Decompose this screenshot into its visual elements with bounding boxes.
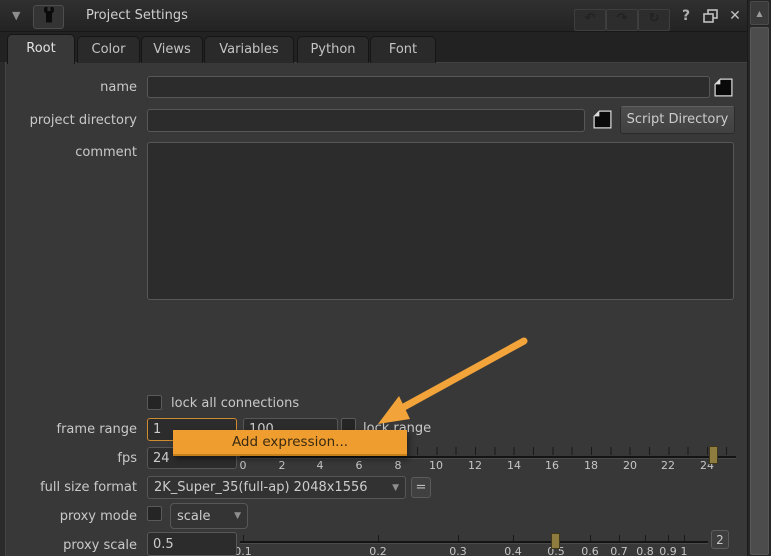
proxy-scale-slider[interactable]: 0.1 0.2 0.3 0.4 0.5 0.6 0.7 0.8 0.9 1 — [240, 532, 710, 556]
undo-icon: ↶ — [585, 11, 596, 26]
window-title: Project Settings — [86, 0, 188, 32]
comment-label: comment — [0, 145, 137, 160]
redo-button[interactable]: ↷ — [606, 9, 638, 31]
name-label: name — [0, 80, 137, 95]
proxy-scale-slider-handle[interactable] — [551, 533, 560, 549]
proxy-scale-input[interactable] — [147, 532, 237, 556]
project-directory-file-icon[interactable] — [592, 109, 613, 134]
proxy-tick — [645, 535, 646, 541]
vertical-scrollbar[interactable]: ▲ — [747, 0, 771, 556]
wrench-icon — [41, 6, 57, 28]
fps-tick-label: 8 — [395, 459, 402, 472]
script-directory-button[interactable]: Script Directory — [620, 106, 735, 134]
fps-tick-label: 22 — [661, 459, 675, 472]
proxy-mode-checkbox[interactable] — [147, 506, 162, 521]
full-size-format-dropdown[interactable]: 2K_Super_35(full-ap) 2048x1556 ▼ — [147, 476, 406, 499]
format-equals-button[interactable]: = — [411, 477, 431, 498]
frame-range-label: frame range — [0, 422, 137, 437]
properties-wrench-button[interactable] — [33, 5, 64, 29]
fps-tick-label: 2 — [279, 459, 286, 472]
proxy-tick — [619, 535, 620, 541]
add-expression-menu-item[interactable]: Add expression... — [173, 430, 407, 456]
proxy-tick — [243, 535, 244, 541]
tab-root[interactable]: Root — [7, 34, 75, 64]
collapse-triangle-icon[interactable]: ▼ — [12, 10, 20, 22]
proxy-mode-label: proxy mode — [0, 509, 137, 524]
project-settings-window: ▼ Project Settings ↶ ↷ ↻ ? ✕ — [0, 0, 771, 556]
scrollbar-up-button[interactable]: ▲ — [750, 1, 769, 25]
proxy-scale-label: proxy scale — [0, 538, 137, 553]
proxy-scale-max-value: 2 — [711, 530, 729, 549]
proxy-tick-label: 0.2 — [369, 545, 387, 556]
fps-tick-label: 14 — [507, 459, 521, 472]
proxy-tick-label: 0.7 — [610, 545, 628, 556]
help-button[interactable]: ? — [677, 7, 695, 25]
proxy-scale-slider-track[interactable] — [240, 541, 708, 544]
proxy-tick — [684, 535, 685, 541]
proxy-tick-label: 0.8 — [636, 545, 654, 556]
fps-tick-label: 0 — [240, 459, 247, 472]
lock-all-connections-checkbox[interactable] — [147, 395, 162, 410]
fps-tick-label: 20 — [623, 459, 637, 472]
proxy-tick — [513, 535, 514, 541]
fps-tick-label: 18 — [584, 459, 598, 472]
fps-tick-label: 16 — [545, 459, 559, 472]
project-directory-input[interactable] — [147, 109, 585, 132]
redo-icon: ↷ — [617, 11, 628, 26]
close-icon: ✕ — [729, 8, 741, 24]
history-button-group: ↶ ↷ ↻ — [574, 9, 670, 31]
fps-tick-label: 6 — [356, 459, 363, 472]
full-size-format-label: full size format — [0, 480, 137, 495]
float-window-button[interactable] — [703, 8, 721, 24]
proxy-mode-value: scale — [177, 509, 211, 524]
fps-tick-label: 12 — [468, 459, 482, 472]
fps-slider-handle[interactable] — [709, 446, 718, 464]
scrollbar-thumb[interactable] — [750, 27, 769, 555]
tab-color[interactable]: Color — [77, 36, 140, 63]
proxy-tick-label: 0.4 — [504, 545, 522, 556]
proxy-tick — [590, 535, 591, 541]
proxy-tick — [458, 535, 459, 541]
proxy-tick-label: 0.3 — [449, 545, 467, 556]
tab-variables[interactable]: Variables — [204, 36, 294, 63]
tab-python[interactable]: Python — [297, 36, 369, 63]
chevron-down-icon: ▼ — [234, 511, 241, 521]
proxy-tick — [668, 535, 669, 541]
float-icon — [703, 9, 719, 28]
help-icon: ? — [682, 8, 690, 24]
chevron-down-icon: ▼ — [392, 483, 399, 493]
comment-textarea[interactable] — [147, 142, 734, 300]
titlebar: ▼ Project Settings ↶ ↷ ↻ ? ✕ — [0, 0, 747, 32]
name-input[interactable] — [147, 76, 710, 98]
proxy-tick-label: 1 — [681, 545, 688, 556]
proxy-tick-label: 0.9 — [659, 545, 677, 556]
proxy-mode-dropdown[interactable]: scale ▼ — [170, 503, 248, 529]
full-size-format-value: 2K_Super_35(full-ap) 2048x1556 — [154, 480, 368, 495]
tab-views[interactable]: Views — [141, 36, 203, 63]
fps-tick-label: 10 — [429, 459, 443, 472]
tab-font[interactable]: Font — [370, 36, 436, 63]
fps-label: fps — [0, 451, 137, 466]
revert-icon: ↻ — [649, 11, 660, 26]
undo-button[interactable]: ↶ — [574, 9, 606, 31]
name-file-icon[interactable] — [713, 77, 734, 102]
proxy-tick-label: 0.6 — [581, 545, 599, 556]
lock-all-connections-label: lock all connections — [171, 396, 299, 411]
revert-button[interactable]: ↻ — [638, 9, 670, 31]
project-directory-label: project directory — [0, 113, 137, 128]
fps-tick-label: 4 — [317, 459, 324, 472]
proxy-tick — [378, 535, 379, 541]
close-button[interactable]: ✕ — [726, 7, 744, 25]
scroll-up-icon: ▲ — [756, 9, 762, 18]
